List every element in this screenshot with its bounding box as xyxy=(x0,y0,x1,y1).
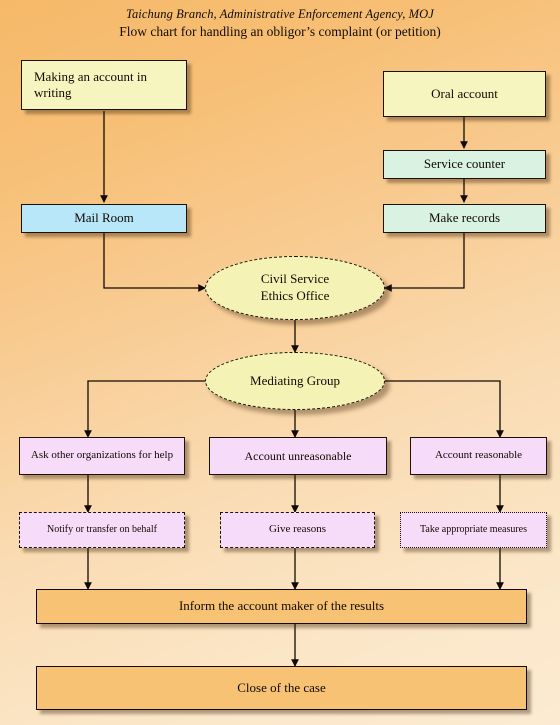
node-account-unreasonable[interactable]: Account unreasonable xyxy=(209,437,387,475)
chart-title-organization: Taichung Branch, Administrative Enforcem… xyxy=(126,7,434,21)
node-label: Notify or transfer on behalf xyxy=(47,523,157,535)
node-oral-account[interactable]: Oral account xyxy=(383,71,546,117)
node-label: Account unreasonable xyxy=(244,448,352,463)
node-notify-or-transfer-on-behalf[interactable]: Notify or transfer on behalf xyxy=(19,512,185,548)
edge-mailroom-to-ethics xyxy=(103,233,207,292)
node-ask-other-organizations-for-help[interactable]: Ask other organizations for help xyxy=(19,437,185,475)
node-label: Service counter xyxy=(423,156,506,172)
node-close-of-the-case[interactable]: Close of the case xyxy=(36,666,527,710)
node-give-reasons[interactable]: Give reasons xyxy=(220,512,375,548)
node-label: Mail Room xyxy=(74,210,134,226)
node-account-reasonable[interactable]: Account reasonable xyxy=(410,437,547,475)
node-mail-room[interactable]: Mail Room xyxy=(21,204,187,233)
node-label: Civil Service Ethics Office xyxy=(206,271,384,305)
node-civil-service-ethics-office[interactable]: Civil Service Ethics Office xyxy=(205,256,385,320)
node-mediating-group[interactable]: Mediating Group xyxy=(205,352,385,410)
flowchart-canvas: Taichung Branch, Administrative Enforcem… xyxy=(0,0,560,725)
chart-title-block: Taichung Branch, Administrative Enforcem… xyxy=(0,6,560,41)
node-making-account-in-writing[interactable]: Making an account in writing xyxy=(21,60,187,110)
node-label-line1: Civil Service xyxy=(260,271,330,287)
node-label: Making an account in writing xyxy=(34,68,147,100)
node-label-line2: Ethics Office xyxy=(260,288,330,303)
node-label: Take appropriate measures xyxy=(419,523,528,535)
node-label: Mediating Group xyxy=(250,372,340,388)
node-make-records[interactable]: Make records xyxy=(383,204,546,233)
node-label: Make records xyxy=(428,210,501,226)
node-inform-the-account-maker-of-the-results[interactable]: Inform the account maker of the results xyxy=(36,589,527,624)
node-label: Account reasonable xyxy=(434,449,523,462)
node-label: Give reasons xyxy=(268,523,327,536)
node-label: Ask other organizations for help xyxy=(30,449,174,462)
edge-records-to-ethics xyxy=(383,233,465,292)
node-service-counter[interactable]: Service counter xyxy=(383,150,546,179)
node-label: Inform the account maker of the results xyxy=(178,598,385,614)
chart-title-subject: Flow chart for handling an obligor’s com… xyxy=(119,23,441,39)
node-take-appropriate-measures[interactable]: Take appropriate measures xyxy=(400,512,547,548)
node-label: Close of the case xyxy=(237,679,326,695)
node-label: Oral account xyxy=(431,85,498,101)
